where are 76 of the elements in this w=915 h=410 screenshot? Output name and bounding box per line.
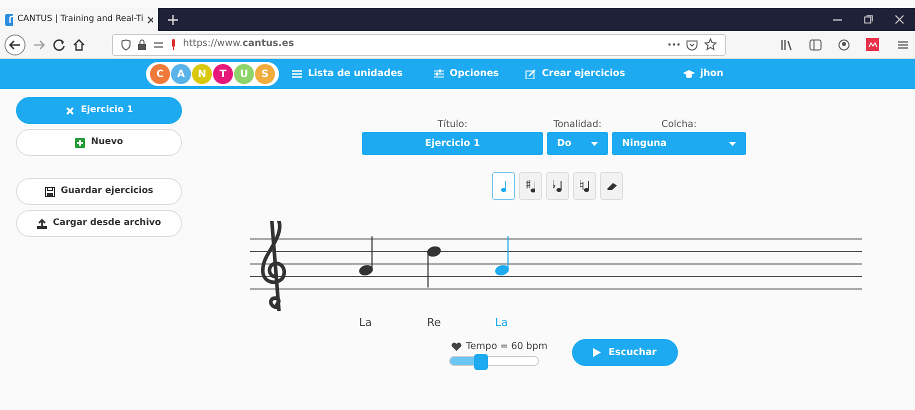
tab-title: CANTUS | Training and Real-Ti	[17, 13, 144, 26]
logo[interactable]: C A N T U S	[146, 62, 279, 86]
back-icon[interactable]	[4, 34, 26, 56]
flat-note-icon	[553, 180, 562, 192]
tool-button[interactable]	[600, 172, 623, 200]
list-icon	[291, 69, 303, 79]
quarter-note[interactable]	[427, 246, 441, 288]
permissions-icon	[153, 40, 164, 50]
account-icon[interactable]	[838, 38, 850, 50]
heart-icon	[451, 342, 462, 352]
sidebar-button[interactable]: Ejercicio 1	[16, 97, 182, 124]
reload-icon[interactable]	[52, 38, 66, 52]
close-icon[interactable]	[147, 16, 153, 24]
sharp-note-icon	[526, 180, 536, 192]
logo-letter: A	[171, 64, 191, 84]
field-label: Colcha:	[660, 118, 698, 132]
key-dropdown[interactable]: Do	[547, 132, 608, 156]
caret-icon	[729, 142, 736, 146]
home-icon[interactable]	[72, 38, 86, 52]
note-icon	[5, 14, 14, 26]
natural-note-icon	[580, 180, 590, 192]
star-icon[interactable]	[704, 38, 717, 51]
nav-link[interactable]: jhon	[683, 66, 724, 82]
url-text: https://www.cantus.es	[183, 37, 294, 52]
logo-letter: U	[234, 64, 254, 84]
title-field[interactable]: Ejercicio 1	[362, 132, 543, 156]
note-name: La	[495, 315, 508, 332]
logo-letter: C	[150, 64, 170, 84]
field-label: Título:	[436, 118, 468, 132]
more-icon[interactable]	[668, 43, 680, 46]
minimize-icon[interactable]	[833, 18, 842, 20]
browser-tab[interactable]: CANTUS | Training and Real-Ti	[0, 8, 158, 31]
menu-icon[interactable]	[897, 38, 909, 50]
field-label: Tonalidad:	[552, 118, 603, 132]
treble-clef-icon	[260, 221, 286, 314]
caret-icon	[591, 142, 598, 146]
note-name: La	[359, 315, 372, 332]
sidebar-button[interactable]: Cargar desde archivo	[16, 210, 182, 237]
note-name: Re	[427, 315, 441, 332]
edit-icon	[524, 69, 537, 79]
nav-link[interactable]: Opciones	[432, 66, 499, 82]
sidebar-button[interactable]: Guardar ejercicios	[16, 178, 182, 205]
nav-link[interactable]: Lista de unidades	[291, 66, 403, 82]
sidebar-icon[interactable]	[809, 38, 822, 50]
slider-thumb[interactable]	[474, 354, 488, 370]
eraser-icon	[606, 182, 616, 190]
tool-button[interactable]	[573, 172, 596, 200]
nav-link[interactable]: Crear ejercicios	[524, 66, 626, 82]
shield-icon	[121, 38, 131, 50]
listen-button[interactable]: Escuchar	[572, 339, 678, 366]
address-bar[interactable]: https://www.cantus.es	[112, 34, 726, 56]
upload-icon	[36, 218, 47, 228]
extension-icon[interactable]	[866, 38, 879, 51]
sidebar-button[interactable]: Nuevo	[16, 129, 182, 156]
tool-button[interactable]	[519, 172, 542, 200]
logo-letter: T	[213, 64, 233, 84]
microphone-icon	[170, 38, 177, 50]
restore-icon[interactable]	[864, 15, 873, 24]
quarter-note[interactable]	[495, 236, 509, 276]
new-tab-icon[interactable]	[168, 14, 178, 24]
plus-icon	[74, 138, 85, 148]
forward-icon[interactable]	[32, 38, 46, 52]
graduation-cap-icon	[683, 69, 696, 79]
library-icon[interactable]	[780, 38, 793, 50]
sliders-icon	[432, 69, 445, 79]
tempo-label: Tempo = 60 bpm	[466, 340, 548, 354]
quilt-dropdown[interactable]: Ninguna	[612, 132, 746, 156]
logo-letter: N	[192, 64, 212, 84]
quarter-note[interactable]	[359, 236, 373, 276]
lock-icon	[137, 38, 147, 50]
logo-letter: S	[255, 64, 275, 84]
quarter-note-icon	[500, 180, 506, 192]
tool-button[interactable]	[546, 172, 569, 200]
pocket-icon[interactable]	[686, 38, 698, 50]
close-icon	[64, 106, 75, 116]
play-icon	[592, 348, 601, 358]
